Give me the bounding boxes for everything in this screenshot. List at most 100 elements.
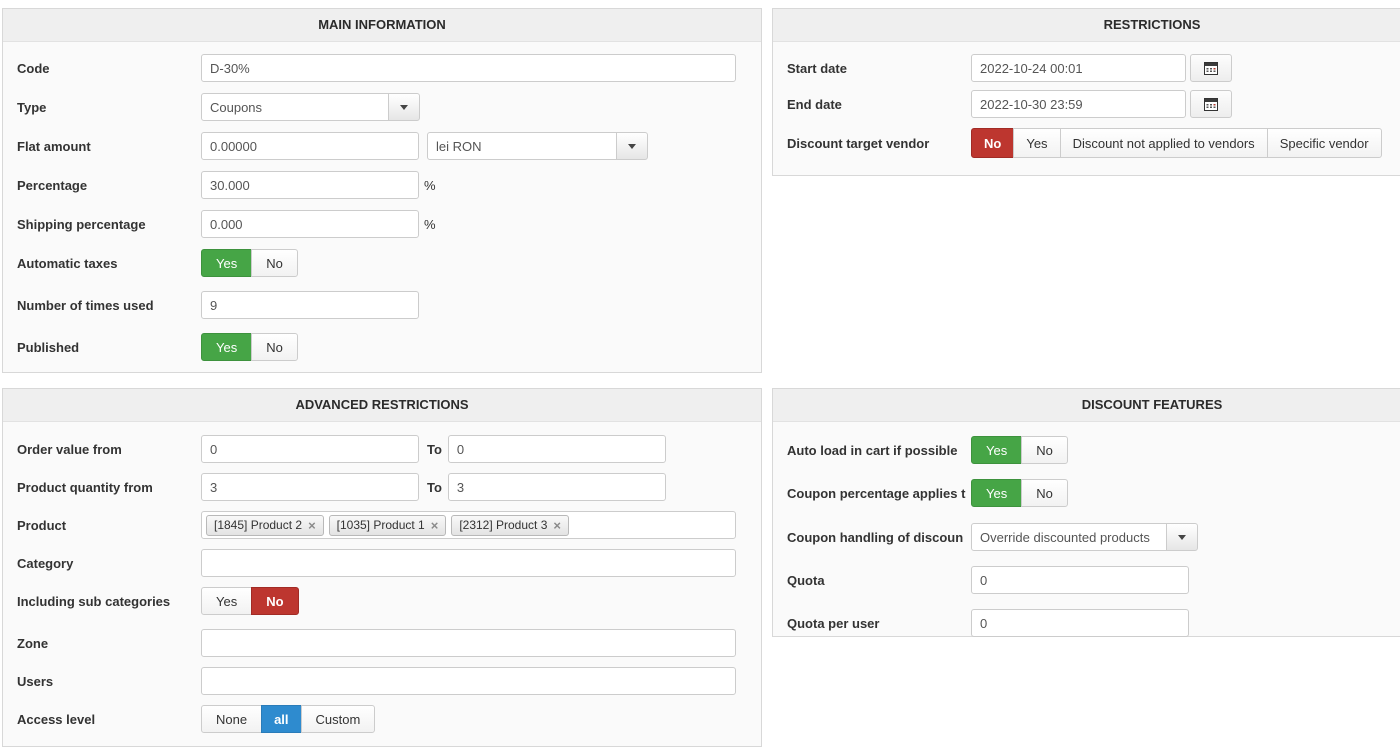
quota-per-user-row: Quota per user bbox=[787, 609, 1400, 637]
auto-load-yes-button[interactable]: Yes bbox=[971, 436, 1022, 464]
currency-select-value[interactable]: lei RON bbox=[427, 132, 617, 160]
access-level-custom-button[interactable]: Custom bbox=[301, 705, 376, 733]
flat-amount-input[interactable] bbox=[201, 132, 419, 160]
published-no-button[interactable]: No bbox=[251, 333, 298, 361]
including-sub-categories-label: Including sub categories bbox=[17, 594, 201, 609]
order-value-from-input[interactable] bbox=[201, 435, 419, 463]
type-select-caret-button[interactable] bbox=[388, 93, 420, 121]
panel-title-restrictions: RESTRICTIONS bbox=[773, 9, 1400, 42]
chip-remove-icon[interactable]: × bbox=[431, 519, 439, 532]
users-row: Users bbox=[17, 667, 747, 695]
including-sub-categories-yes-button[interactable]: Yes bbox=[201, 587, 252, 615]
quota-per-user-input[interactable] bbox=[971, 609, 1189, 637]
panel-title-discount-features: DISCOUNT FEATURES bbox=[773, 389, 1400, 422]
flat-amount-label: Flat amount bbox=[17, 139, 201, 154]
product-quantity-from-input[interactable] bbox=[201, 473, 419, 501]
product-quantity-row: Product quantity from To bbox=[17, 473, 747, 501]
access-level-none-button[interactable]: None bbox=[201, 705, 262, 733]
vendor-option-yes-button[interactable]: Yes bbox=[1013, 128, 1060, 158]
product-chip-text: [2312] Product 3 bbox=[459, 518, 547, 532]
code-row: Code bbox=[17, 54, 747, 82]
zone-label: Zone bbox=[17, 636, 201, 651]
discount-features-panel: DISCOUNT FEATURES Auto load in cart if p… bbox=[772, 388, 1400, 637]
automatic-taxes-yes-button[interactable]: Yes bbox=[201, 249, 252, 277]
coupon-percentage-applies-row: Coupon percentage applies t Yes No bbox=[787, 479, 1400, 507]
currency-select-caret-button[interactable] bbox=[616, 132, 648, 160]
published-row: Published Yes No bbox=[17, 333, 747, 361]
code-label: Code bbox=[17, 61, 201, 76]
users-label: Users bbox=[17, 674, 201, 689]
number-of-times-used-row: Number of times used bbox=[17, 291, 747, 319]
product-chip: [1035] Product 1 × bbox=[329, 515, 447, 536]
type-select[interactable]: Coupons bbox=[201, 93, 420, 121]
access-level-row: Access level None all Custom bbox=[17, 705, 747, 733]
vendor-option-specific-button[interactable]: Specific vendor bbox=[1267, 128, 1382, 158]
calendar-icon bbox=[1203, 60, 1219, 76]
coupon-handling-select-value[interactable]: Override discounted products bbox=[971, 523, 1167, 551]
quota-row: Quota bbox=[787, 566, 1400, 594]
vendor-option-no-button[interactable]: No bbox=[971, 128, 1014, 158]
chip-remove-icon[interactable]: × bbox=[553, 519, 561, 532]
panel-title-main-information: MAIN INFORMATION bbox=[3, 9, 761, 42]
percentage-input[interactable] bbox=[201, 171, 419, 199]
code-input[interactable] bbox=[201, 54, 736, 82]
end-date-input[interactable] bbox=[971, 90, 1186, 118]
coupon-percentage-applies-no-button[interactable]: No bbox=[1021, 479, 1068, 507]
end-date-row: End date bbox=[787, 90, 1400, 118]
auto-load-label: Auto load in cart if possible bbox=[787, 443, 971, 458]
chevron-down-icon bbox=[1178, 535, 1186, 540]
access-level-all-button[interactable]: all bbox=[261, 705, 301, 733]
start-date-calendar-button[interactable] bbox=[1190, 54, 1232, 82]
number-of-times-used-input[interactable] bbox=[201, 291, 419, 319]
end-date-label: End date bbox=[787, 97, 971, 112]
quota-input[interactable] bbox=[971, 566, 1189, 594]
including-sub-categories-no-button[interactable]: No bbox=[251, 587, 298, 615]
product-tags-input[interactable]: [1845] Product 2 × [1035] Product 1 × [2… bbox=[201, 511, 736, 539]
chip-remove-icon[interactable]: × bbox=[308, 519, 316, 532]
type-label: Type bbox=[17, 100, 201, 115]
panel-title-advanced-restrictions: ADVANCED RESTRICTIONS bbox=[3, 389, 761, 422]
published-yes-button[interactable]: Yes bbox=[201, 333, 252, 361]
automatic-taxes-no-button[interactable]: No bbox=[251, 249, 298, 277]
coupon-percentage-applies-toggle: Yes No bbox=[971, 479, 1068, 507]
product-quantity-from-label: Product quantity from bbox=[17, 480, 201, 495]
chevron-down-icon bbox=[400, 105, 408, 110]
coupon-percentage-applies-label: Coupon percentage applies t bbox=[787, 486, 971, 501]
end-date-calendar-button[interactable] bbox=[1190, 90, 1232, 118]
order-value-row: Order value from To bbox=[17, 435, 747, 463]
type-select-value[interactable]: Coupons bbox=[201, 93, 389, 121]
start-date-input[interactable] bbox=[971, 54, 1186, 82]
coupon-handling-caret-button[interactable] bbox=[1166, 523, 1198, 551]
auto-load-no-button[interactable]: No bbox=[1021, 436, 1068, 464]
flat-amount-row: Flat amount lei RON bbox=[17, 132, 747, 160]
shipping-percentage-label: Shipping percentage bbox=[17, 217, 201, 232]
category-row: Category bbox=[17, 549, 747, 577]
category-label: Category bbox=[17, 556, 201, 571]
order-value-to-input[interactable] bbox=[448, 435, 666, 463]
product-quantity-to-input[interactable] bbox=[448, 473, 666, 501]
percentage-label: Percentage bbox=[17, 178, 201, 193]
zone-row: Zone bbox=[17, 629, 747, 657]
discount-target-vendor-group: No Yes Discount not applied to vendors S… bbox=[971, 128, 1382, 158]
product-quantity-to-label: To bbox=[427, 480, 442, 495]
start-date-row: Start date bbox=[787, 54, 1400, 82]
coupon-percentage-applies-yes-button[interactable]: Yes bbox=[971, 479, 1022, 507]
coupon-handling-row: Coupon handling of discoun Override disc… bbox=[787, 523, 1400, 551]
discount-target-vendor-label: Discount target vendor bbox=[787, 136, 971, 151]
vendor-option-not-applied-button[interactable]: Discount not applied to vendors bbox=[1060, 128, 1268, 158]
auto-load-toggle: Yes No bbox=[971, 436, 1068, 464]
product-chip-text: [1845] Product 2 bbox=[214, 518, 302, 532]
coupon-handling-label: Coupon handling of discoun bbox=[787, 530, 971, 545]
coupon-handling-select[interactable]: Override discounted products bbox=[971, 523, 1198, 551]
shipping-percentage-suffix: % bbox=[424, 217, 436, 232]
category-input[interactable] bbox=[201, 549, 736, 577]
currency-select[interactable]: lei RON bbox=[427, 132, 648, 160]
shipping-percentage-input[interactable] bbox=[201, 210, 419, 238]
order-value-to-label: To bbox=[427, 442, 442, 457]
percentage-suffix: % bbox=[424, 178, 436, 193]
order-value-from-label: Order value from bbox=[17, 442, 201, 457]
users-input[interactable] bbox=[201, 667, 736, 695]
quota-per-user-label: Quota per user bbox=[787, 616, 971, 631]
zone-input[interactable] bbox=[201, 629, 736, 657]
advanced-restrictions-panel: ADVANCED RESTRICTIONS Order value from T… bbox=[2, 388, 762, 747]
